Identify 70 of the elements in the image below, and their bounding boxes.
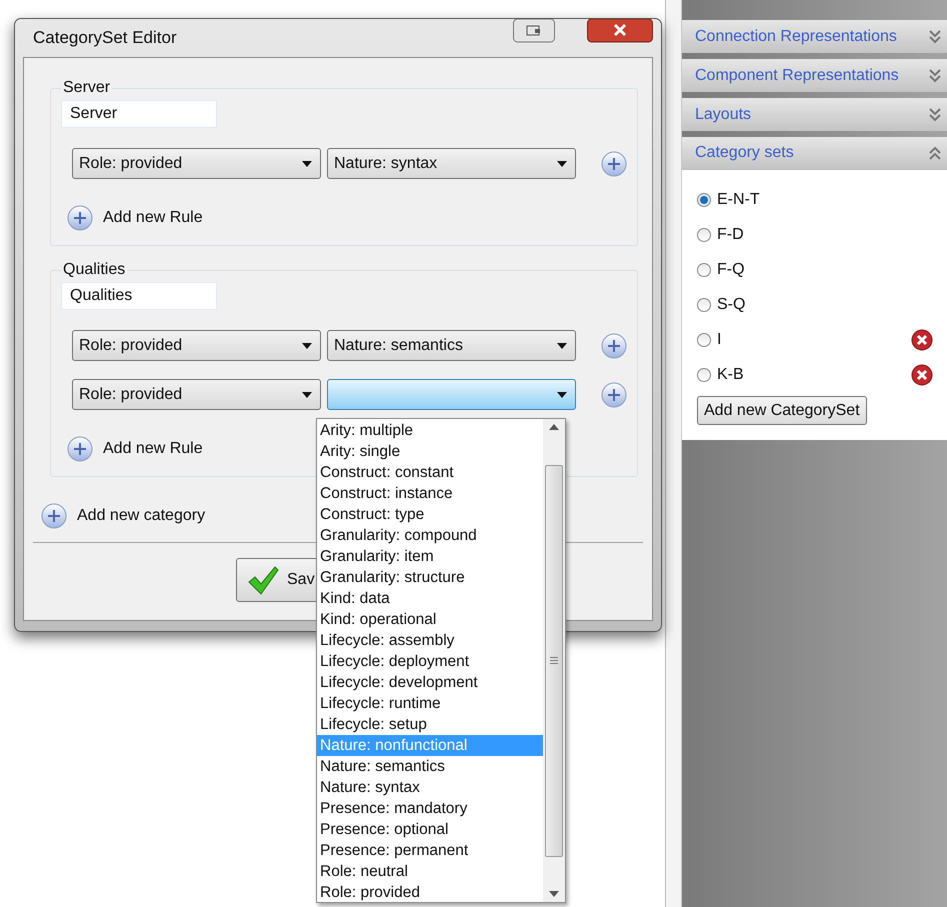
dropdown-field[interactable]: Nature: semantics [327,330,576,361]
plus-icon [41,503,67,529]
scroll-down-icon[interactable] [549,891,559,897]
scroll-up-icon[interactable] [549,424,559,430]
caret-icon [557,392,567,398]
double-chevron-down-icon [929,30,941,44]
delete-icon[interactable] [911,364,933,386]
dropdown-option[interactable]: Presence: permanent [317,840,543,861]
add-categoryset-button[interactable]: Add new CategorySet [697,396,867,425]
dropdown-option[interactable]: Presence: optional [317,819,543,840]
radio-option[interactable]: F-D [697,222,744,246]
dropdown-option[interactable]: Lifecycle: assembly [317,630,543,651]
section-header[interactable]: Layouts [682,98,947,131]
dropdown-field[interactable] [327,379,576,410]
dropdown-option[interactable]: Granularity: compound [317,525,543,546]
close-icon[interactable] [587,19,653,43]
section-header[interactable]: Category sets [682,137,947,170]
window-title: CategorySet Editor [33,27,177,50]
add-rule-button[interactable]: Add new Rule [67,205,203,231]
window-button-icon[interactable] [513,19,555,43]
section-header[interactable]: Component Representations [682,59,947,92]
caret-icon [302,342,312,348]
delete-icon[interactable] [911,328,933,350]
dropdown-option[interactable]: Lifecycle: deployment [317,651,543,672]
radio-option[interactable]: S-Q [697,292,746,316]
dropdown-option[interactable]: Role: neutral [317,861,543,882]
dropdown-option[interactable]: Role: provided [317,882,543,903]
scrollbar[interactable] [543,419,565,902]
dropdown-option[interactable]: Construct: instance [317,483,543,504]
dropdown-option[interactable]: Kind: operational [317,609,543,630]
caret-icon [302,160,312,166]
dropdown-field[interactable]: Role: provided [72,379,321,410]
dropdown-field[interactable]: Nature: syntax [327,148,576,179]
add-rule-button[interactable]: Add new Rule [67,436,203,462]
caret-icon [557,342,567,348]
dropdown-option[interactable]: Lifecycle: development [317,672,543,693]
dropdown-option[interactable]: Arity: multiple [317,420,543,441]
radio-option[interactable]: K-B [697,362,744,386]
dropdown-option[interactable]: Arity: single [317,441,543,462]
add-category-button[interactable]: Add new category [41,503,206,529]
plus-icon [67,436,93,462]
checkmark-icon [247,564,279,596]
group-label: Server [62,78,112,98]
radio-option[interactable]: E-N-T [697,188,760,212]
scroll-thumb[interactable] [545,464,563,856]
grip-icon [550,657,558,664]
add-icon[interactable] [601,382,627,408]
add-icon[interactable] [601,150,627,176]
caret-icon [557,160,567,166]
dropdown-option[interactable]: Presence: mandatory [317,798,543,819]
dropdown-option[interactable]: Construct: constant [317,462,543,483]
dropdown-field[interactable]: Role: provided [72,330,321,361]
radio-option[interactable]: F-Q [697,258,745,282]
radio-option[interactable]: I [697,328,722,352]
plus-icon [67,205,93,231]
dropdown-option[interactable]: Construct: type [317,504,543,525]
name-field[interactable]: Qualities [61,282,217,310]
add-icon[interactable] [601,332,627,358]
dropdown-field[interactable]: Role: provided [72,148,321,179]
caret-icon [302,392,312,398]
section-header[interactable]: Connection Representations [682,20,947,53]
double-chevron-up-icon [929,146,941,160]
double-chevron-down-icon [929,108,941,122]
group-label: Qualities [62,260,126,280]
dropdown-option[interactable]: Lifecycle: setup [317,714,543,735]
name-field[interactable]: Server [61,100,217,128]
dropdown-option[interactable]: Nature: semantics [317,756,543,777]
double-chevron-down-icon [929,68,941,82]
dropdown-option[interactable]: Nature: syntax [317,777,543,798]
dropdown-option[interactable]: Lifecycle: runtime [317,693,543,714]
